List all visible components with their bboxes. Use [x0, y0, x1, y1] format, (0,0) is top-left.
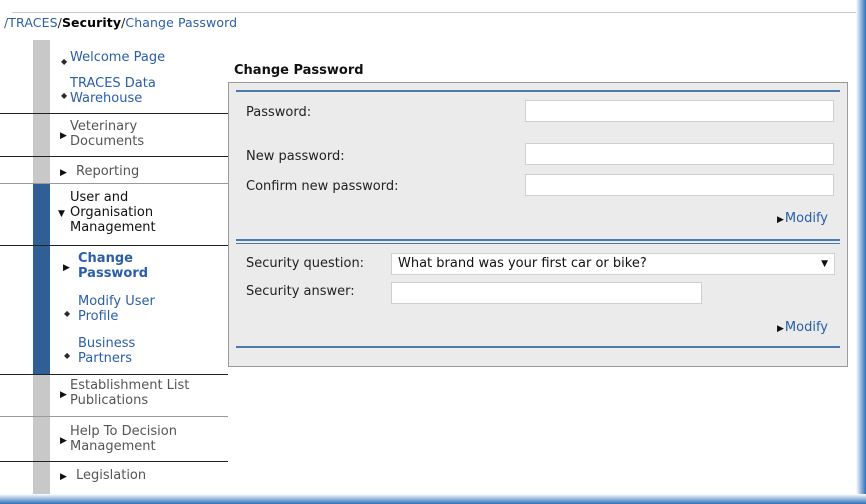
chevron-down-icon: ▼ — [821, 259, 828, 269]
triangle-right-icon: ▶ — [60, 472, 67, 482]
modify-password-link[interactable]: ▶Modify — [777, 211, 828, 226]
sidebar-item-label-wrap: Establishment List Publications — [70, 378, 189, 408]
sidebar-item-label: Change — [78, 251, 133, 266]
triangle-right-icon: ▶ — [777, 215, 784, 225]
sidebar-item-label: Documents — [70, 134, 145, 149]
sidebar-item-label: Establishment List — [70, 378, 190, 393]
breadcrumb-current: Change Password — [125, 15, 238, 30]
modify-security-link[interactable]: ▶Modify — [777, 320, 828, 335]
top-divider — [12, 12, 858, 13]
bullet-icon: ◆ — [64, 309, 71, 318]
sidebar-item-label: Legislation — [76, 468, 147, 483]
triangle-right-icon: ▶ — [60, 436, 67, 446]
sidebar-divider — [0, 374, 228, 375]
sidebar-item-change-password[interactable]: ▶ Change Password — [50, 251, 228, 283]
bullet-icon: ◆ — [64, 351, 71, 360]
sidebar-item-label: Welcome Page — [70, 50, 166, 65]
sidebar-item-help-to-decision-management[interactable]: ▶ Help To Decision Management — [50, 424, 228, 456]
sidebar-item-label: TRACES Data — [70, 76, 156, 91]
confirm-password-field[interactable] — [525, 174, 834, 196]
bullet-icon: ◆ — [61, 91, 68, 100]
sidebar-item-label: Help To Decision — [70, 424, 177, 439]
sidebar-item-label: User and — [70, 190, 129, 205]
triangle-right-icon: ▶ — [60, 168, 67, 178]
change-password-panel — [228, 83, 848, 367]
section-divider — [236, 239, 840, 241]
sidebar-item-veterinary-documents[interactable]: ▶ Veterinary Documents — [50, 119, 228, 151]
section-divider — [236, 90, 840, 92]
triangle-down-icon: ▼ — [58, 209, 65, 219]
modify-password-label: Modify — [784, 211, 828, 226]
sidebar-item-label-wrap: TRACES Data Warehouse — [70, 76, 156, 106]
page-title: Change Password — [234, 63, 364, 78]
sidebar-item-legislation[interactable]: ▶ Legislation — [50, 468, 228, 484]
sidebar-item-user-organisation-management[interactable]: ▼ User and Organisation Management — [50, 190, 228, 238]
sidebar-item-label: Partners — [78, 351, 133, 366]
sidebar-item-label-wrap: User and Organisation Management — [70, 190, 156, 235]
triangle-right-icon: ▶ — [63, 263, 70, 273]
sidebar-item-label-wrap: Veterinary Documents — [70, 119, 144, 149]
sidebar-strip — [33, 40, 50, 184]
sidebar-item-label: Management — [70, 439, 156, 454]
sidebar-divider — [0, 113, 228, 114]
sidebar-divider — [0, 416, 228, 417]
triangle-right-icon: ▶ — [60, 131, 67, 141]
sidebar-item-reporting[interactable]: ▶ Reporting — [50, 164, 228, 180]
bullet-icon: ◆ — [61, 57, 68, 66]
new-password-label: New password: — [246, 149, 345, 164]
sidebar-strip — [33, 374, 50, 498]
frame-shadow-bottom — [0, 494, 866, 504]
sidebar-item-label-wrap: Modify User Profile — [78, 294, 155, 324]
sidebar-item-label: Modify User — [78, 294, 155, 309]
sidebar-item-label-wrap: Business Partners — [78, 336, 135, 366]
sidebar-item-label: Business — [78, 336, 136, 351]
sidebar-divider — [0, 183, 228, 184]
sidebar-item-label-wrap: Help To Decision Management — [70, 424, 177, 454]
section-divider-thin — [236, 243, 840, 244]
sidebar-item-welcome-page[interactable]: ◆ Welcome Page — [50, 50, 228, 66]
triangle-right-icon: ▶ — [777, 324, 784, 334]
sidebar-item-label: Veterinary — [70, 119, 138, 134]
triangle-right-icon: ▶ — [60, 390, 67, 400]
breadcrumb-security[interactable]: Security — [62, 15, 121, 30]
sidebar-item-traces-data-warehouse[interactable]: ◆ TRACES Data Warehouse — [50, 76, 228, 108]
new-password-field[interactable] — [525, 143, 834, 165]
security-question-label: Security question: — [246, 256, 365, 271]
app-frame: /TRACES/Security/Change Password ◆ Welco… — [0, 0, 866, 504]
sidebar-item-label: Management — [70, 220, 156, 235]
sidebar-item-modify-user-profile[interactable]: ◆ Modify User Profile — [50, 294, 228, 326]
sidebar-item-label: Password — [78, 266, 149, 281]
security-question-select[interactable]: What brand was your first car or bike? ▼ — [391, 253, 835, 275]
sidebar-item-label: Profile — [78, 309, 119, 324]
sidebar-item-label: Publications — [70, 393, 149, 408]
modify-security-label: Modify — [784, 320, 828, 335]
security-question-value: What brand was your first car or bike? — [398, 256, 647, 271]
sidebar-item-label-wrap: Change Password — [78, 251, 148, 281]
sidebar-item-label: Warehouse — [70, 91, 143, 106]
password-label: Password: — [246, 105, 312, 120]
sidebar-divider — [0, 245, 228, 246]
sidebar-divider — [0, 156, 228, 157]
breadcrumb: /TRACES/Security/Change Password — [4, 15, 237, 30]
frame-shadow-right — [856, 0, 866, 504]
sidebar-strip-active — [33, 184, 50, 374]
sidebar-item-label: Reporting — [76, 164, 140, 179]
sidebar-item-label: Organisation — [70, 205, 154, 220]
sidebar-nav: ◆ Welcome Page ◆ TRACES Data Warehouse ▶… — [0, 40, 228, 498]
security-answer-field[interactable] — [391, 282, 702, 304]
password-field[interactable] — [525, 100, 834, 122]
confirm-password-label: Confirm new password: — [246, 179, 399, 194]
security-answer-label: Security answer: — [246, 284, 355, 299]
sidebar-item-establishment-list-publications[interactable]: ▶ Establishment List Publications — [50, 378, 228, 410]
section-divider — [236, 346, 840, 348]
breadcrumb-traces-link[interactable]: /TRACES — [4, 15, 58, 30]
sidebar-item-business-partners[interactable]: ◆ Business Partners — [50, 336, 228, 368]
sidebar-divider — [0, 461, 228, 462]
